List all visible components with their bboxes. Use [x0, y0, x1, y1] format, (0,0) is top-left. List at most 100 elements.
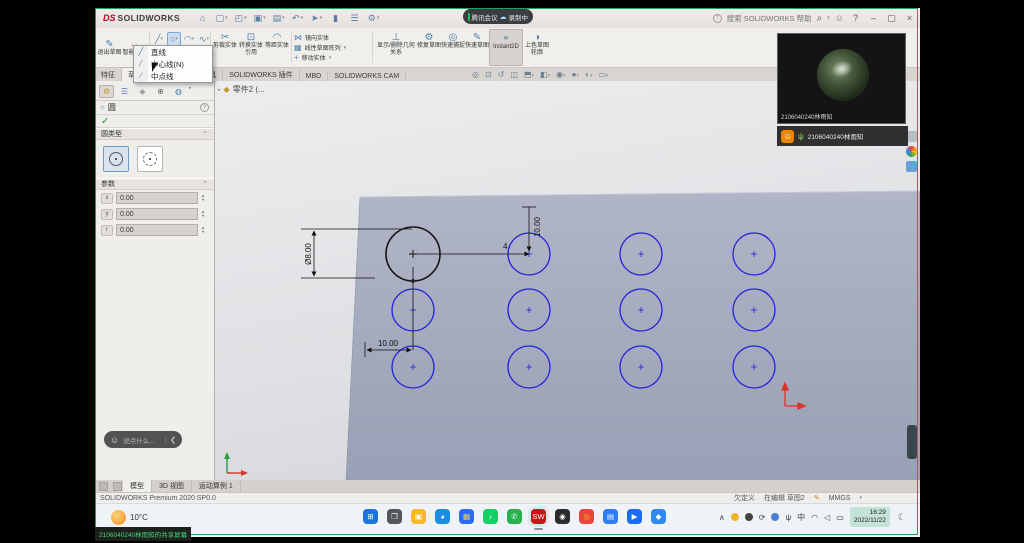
exit-sketch-button[interactable]: ✎ 退出草图: [97, 29, 122, 66]
desktop-icon-color-wheel[interactable]: [906, 146, 917, 157]
trim-entities-button[interactable]: ✂ 剪裁实体: [213, 29, 237, 66]
save-icon[interactable]: ▣▾: [251, 11, 268, 26]
tab-cam[interactable]: SOLIDWORKS CAM: [328, 71, 406, 81]
viewport-side-handle[interactable]: [907, 425, 917, 459]
tray-qq-icon[interactable]: [745, 513, 753, 521]
view-settings-icon[interactable]: ▭▾: [598, 70, 608, 79]
home-icon[interactable]: ⌂: [194, 11, 211, 26]
menu-item-line[interactable]: ╱直线: [134, 46, 212, 58]
tencent-meeting-icon[interactable]: ▶: [627, 509, 642, 524]
edge-icon[interactable]: ◕: [435, 509, 450, 524]
previous-view-icon[interactable]: ↺: [498, 70, 505, 79]
param-center-y-spinner[interactable]: ▲▼: [201, 210, 208, 218]
options-icon[interactable]: ⚙▾: [365, 11, 382, 26]
tray-weather-icon[interactable]: [731, 513, 739, 521]
solidworks-icon[interactable]: SW: [531, 509, 546, 524]
tab-splitter-icon[interactable]: [99, 482, 108, 491]
menu-item-centerline[interactable]: ⁄中心线(N): [134, 58, 212, 70]
linear-pattern-button[interactable]: ▦线性草图阵列▾: [294, 43, 370, 52]
param-radius-input[interactable]: 0.00: [116, 224, 198, 236]
select-icon[interactable]: ➤▾: [308, 11, 325, 26]
property-manager-tab[interactable]: ⚙: [99, 85, 114, 98]
sketch-edit-icon[interactable]: ✎: [814, 494, 820, 502]
parameters-section-header[interactable]: 参数 ⌃: [95, 178, 214, 190]
login-user-icon[interactable]: ☺: [835, 13, 844, 23]
arc-tool-button[interactable]: ◠▾: [182, 32, 196, 46]
microphone-icon[interactable]: ψ: [785, 513, 791, 522]
shaded-sketch-contours-button[interactable]: ◑ 上色草图轮廓: [523, 29, 551, 66]
repair-sketch-button[interactable]: ⚙ 修复草图: [417, 29, 441, 66]
mirror-entities-button[interactable]: ⋈镜向实体: [294, 33, 370, 42]
pm-ok-button[interactable]: ✓: [95, 115, 214, 128]
appearance-tab[interactable]: ◈: [135, 85, 150, 98]
vertical-spacing-dimension[interactable]: 10.00: [533, 216, 542, 237]
tab-mbd[interactable]: MBD: [300, 71, 329, 81]
battery-icon[interactable]: ▭: [836, 513, 844, 522]
param-radius-spinner[interactable]: ▲▼: [201, 226, 208, 234]
blue-app-icon[interactable]: ◆: [651, 509, 666, 524]
doc-tab-3d-views[interactable]: 3D 视图: [152, 480, 192, 492]
offset-entities-button[interactable]: ◠ 等距实体: [265, 29, 289, 66]
diameter-dimension[interactable]: Ø8.00: [304, 243, 313, 265]
param-center-y-input[interactable]: 0.00: [116, 208, 198, 220]
line-tool-button[interactable]: ╱▾: [152, 32, 166, 46]
section-view-icon[interactable]: ◫: [510, 70, 518, 79]
horizontal-spacing-dimension[interactable]: 4: [503, 242, 508, 251]
tencent-docs-icon[interactable]: ▤: [603, 509, 618, 524]
open-icon[interactable]: ◰▾: [232, 11, 249, 26]
tab-scroll-icon[interactable]: [113, 482, 122, 491]
param-center-x-spinner[interactable]: ▲▼: [201, 194, 208, 202]
display-delete-relations-button[interactable]: ⊥ 显示/删除几何关系: [375, 29, 417, 66]
convert-entities-button[interactable]: ⊡ 转换实体引用: [237, 29, 265, 66]
meeting-member-bar[interactable]: ☺ ψ 2106040240林雨知: [777, 126, 908, 146]
tab-features[interactable]: 特征: [95, 68, 122, 81]
chrome-icon[interactable]: ◎: [579, 509, 594, 524]
taskbar-clock[interactable]: 16:29 2022/11/22: [850, 507, 890, 527]
minimize-button[interactable]: –: [867, 11, 880, 25]
help-badge-icon[interactable]: ?: [713, 14, 722, 23]
print-icon[interactable]: ▤▾: [270, 11, 287, 26]
undo-icon[interactable]: ↶▾: [289, 11, 306, 26]
new-document-icon[interactable]: ▢▾: [213, 11, 230, 26]
tray-sync-icon[interactable]: ⟳: [759, 513, 766, 522]
circle-type-section-header[interactable]: 圆类型 ⌃: [95, 128, 214, 140]
notification-moon-icon[interactable]: ☾: [898, 512, 906, 523]
hide-show-items-icon[interactable]: ◉▾: [556, 70, 566, 79]
apply-scene-icon[interactable]: ◐▾: [585, 70, 592, 79]
menu-item-midpoint-line[interactable]: ∕中点线: [134, 70, 212, 82]
display-pane-tab[interactable]: ◍: [171, 85, 186, 98]
collapse-bubble-icon[interactable]: ❮: [165, 436, 176, 444]
tray-app-icon[interactable]: [771, 513, 779, 521]
view-orientation-icon[interactable]: ⬒▾: [524, 70, 534, 79]
desktop-icon-blue-app[interactable]: [906, 161, 917, 172]
tab-addins[interactable]: SOLIDWORKS 插件: [223, 68, 299, 81]
tray-expand-icon[interactable]: ∧: [719, 513, 725, 522]
chat-placeholder[interactable]: 说点什么...: [123, 435, 161, 445]
move-entities-button[interactable]: +移动实体▾: [294, 53, 370, 62]
ime-indicator[interactable]: 中: [797, 512, 805, 523]
display-style-icon[interactable]: ◧▾: [540, 70, 550, 79]
units-caret-icon[interactable]: ▾: [859, 495, 862, 501]
doc-tab-motion-study[interactable]: 运动算例 1: [192, 480, 241, 492]
edit-appearance-icon[interactable]: ●▾: [572, 70, 579, 79]
task-view-button[interactable]: ❐: [387, 509, 402, 524]
feature-manager-tab[interactable]: ☰: [117, 85, 132, 98]
restore-button[interactable]: ▢: [885, 11, 898, 25]
weather-widget[interactable]: 10°C: [111, 510, 148, 525]
search-help-label[interactable]: 搜索 SOLIDWORKS 帮助: [727, 13, 812, 24]
instant2d-button[interactable]: ⌖ Instant2D: [489, 29, 523, 66]
perimeter-circle-type-button[interactable]: [137, 146, 163, 172]
webcam-panel[interactable]: 2106040240林雨知: [777, 33, 906, 124]
spline-tool-button[interactable]: ∿▾: [197, 32, 211, 46]
zoom-fit-icon[interactable]: ◎: [472, 70, 479, 79]
tree-expand-icon[interactable]: ▸: [218, 87, 221, 93]
start-button[interactable]: ⊞: [363, 509, 378, 524]
file-explorer-icon[interactable]: ▣: [411, 509, 426, 524]
qq-music-icon[interactable]: ♪: [483, 509, 498, 524]
help-menu-button[interactable]: ?: [849, 11, 862, 25]
param-center-x-input[interactable]: 0.00: [116, 192, 198, 204]
panel-tabs-overflow-icon[interactable]: ▸: [189, 85, 192, 98]
wifi-icon[interactable]: ◠: [811, 513, 818, 522]
search-icon[interactable]: ⌕: [817, 13, 823, 24]
rebuild-icon[interactable]: ▮: [327, 11, 344, 26]
